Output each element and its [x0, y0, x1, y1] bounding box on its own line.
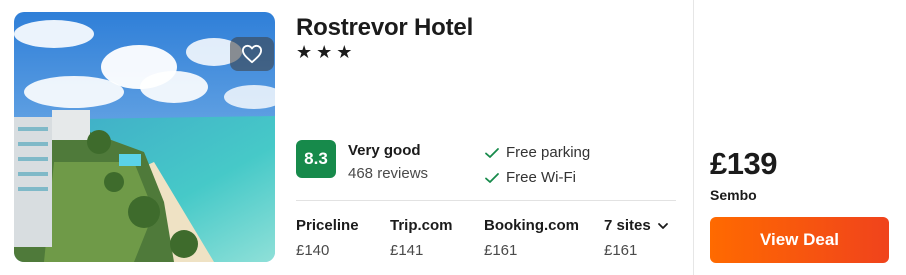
column-divider	[693, 0, 694, 275]
chevron-down-icon	[657, 223, 668, 229]
best-price: £139	[710, 146, 777, 181]
amenity-label: Free Wi-Fi	[506, 169, 576, 186]
site-price-priceline[interactable]: Priceline £140	[296, 217, 359, 259]
site-price: £141	[390, 242, 424, 259]
review-count[interactable]: 468 reviews	[348, 165, 428, 182]
divider	[296, 200, 676, 201]
view-deal-button[interactable]: View Deal	[710, 217, 889, 263]
site-price: £140	[296, 242, 330, 259]
favorite-button[interactable]	[230, 37, 274, 71]
site-name: Priceline	[296, 217, 359, 234]
hotel-name[interactable]: Rostrevor Hotel	[296, 14, 473, 42]
more-sites-dropdown[interactable]: 7 sites £161	[604, 217, 669, 259]
site-name: Booking.com	[484, 217, 580, 234]
more-sites-label: 7 sites	[604, 217, 669, 234]
heart-outline-icon	[242, 44, 263, 64]
site-price: £161	[604, 242, 638, 259]
amenity-free-parking: Free parking	[484, 144, 590, 161]
check-icon	[485, 147, 499, 158]
site-price: £161	[484, 242, 518, 259]
hotel-photo[interactable]	[14, 12, 275, 262]
site-name: Trip.com	[390, 217, 453, 234]
amenity-free-wifi: Free Wi-Fi	[484, 169, 576, 186]
hotel-result-card[interactable]: Rostrevor Hotel ★★★ 8.3 Very good 468 re…	[0, 0, 906, 275]
check-icon	[485, 172, 499, 183]
amenity-label: Free parking	[506, 144, 591, 161]
site-price-trip-com[interactable]: Trip.com £141	[390, 217, 453, 259]
rating-label: Very good	[348, 142, 421, 159]
site-name: 7 sites	[604, 217, 651, 234]
star-rating: ★★★	[296, 42, 357, 62]
site-price-booking-com[interactable]: Booking.com £161	[484, 217, 579, 259]
review-score-badge: 8.3	[296, 140, 336, 178]
deal-provider: Sembo	[710, 187, 757, 203]
